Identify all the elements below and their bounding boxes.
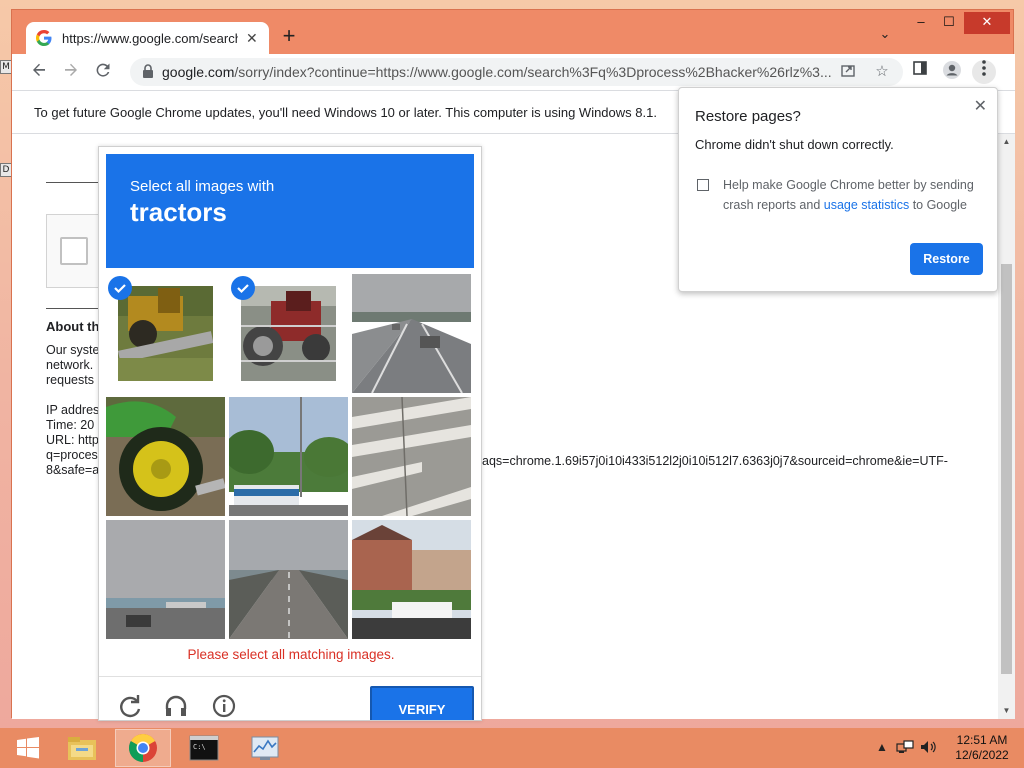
reload-challenge-icon[interactable] — [117, 693, 143, 719]
file-explorer-icon[interactable] — [54, 729, 110, 767]
network-icon[interactable] — [896, 740, 914, 757]
volume-icon[interactable] — [920, 740, 938, 757]
captcha-tile[interactable] — [106, 274, 225, 393]
start-button[interactable] — [0, 729, 56, 767]
captcha-error: Please select all matching images. — [187, 647, 395, 662]
url-path: /sorry/index?continue=https://www.google… — [234, 64, 832, 80]
restore-pages-bubble: Restore pages? ✕ Chrome didn't shut down… — [678, 87, 998, 292]
ip-line: IP addres — [46, 403, 100, 417]
ip-line: URL: http — [46, 433, 99, 447]
recaptcha-challenge: Select all images with tractors Please s… — [98, 146, 482, 721]
svg-text:C:\: C:\ — [193, 743, 206, 751]
scroll-down-icon[interactable]: ▼ — [998, 703, 1015, 719]
captcha-instruction: Select all images with — [130, 178, 275, 195]
show-hidden-icons-icon[interactable]: ▲ — [876, 740, 888, 754]
captcha-tile[interactable] — [352, 397, 471, 516]
close-icon[interactable]: ✕ — [974, 96, 987, 116]
tab-search-button[interactable]: ⌄ — [874, 26, 896, 48]
star-icon[interactable]: ☆ — [872, 62, 892, 82]
recaptcha-checkbox[interactable] — [60, 237, 88, 265]
body-line: requests — [46, 373, 94, 387]
system-clock[interactable]: 12:51 AM 12/6/2022 — [952, 733, 1012, 763]
captcha-tile[interactable] — [352, 274, 471, 393]
window-close-button[interactable]: ✕ — [964, 12, 1010, 34]
infobar-message: To get future Google Chrome updates, you… — [34, 105, 657, 120]
crosswalk-image — [352, 397, 471, 516]
bridge-image — [229, 520, 348, 639]
captcha-grid — [106, 274, 474, 642]
toolbar: google.com/sorry/index?continue=https://… — [12, 54, 1015, 90]
crash-report-label: Help make Google Chrome better by sendin… — [723, 175, 985, 215]
google-g-icon — [36, 30, 52, 46]
usage-statistics-link[interactable]: usage statistics — [824, 198, 909, 212]
ip-line: Time: 20 — [46, 418, 95, 432]
headphones-icon[interactable] — [163, 693, 189, 719]
chrome-taskbar-icon[interactable] — [115, 729, 171, 767]
check-icon — [231, 276, 255, 300]
maximize-button[interactable]: ☐ — [932, 12, 966, 34]
scroll-thumb[interactable] — [1001, 264, 1012, 674]
clock-time: 12:51 AM — [956, 733, 1008, 747]
captcha-tile[interactable] — [229, 274, 348, 393]
scroll-up-icon[interactable]: ▲ — [998, 134, 1015, 150]
resource-monitor-icon[interactable] — [237, 729, 293, 767]
tab-title: https://www.google.com/search?q=process+… — [62, 30, 238, 46]
recaptcha-anchor[interactable] — [46, 214, 106, 288]
tractor-wheel-image — [106, 397, 225, 516]
crash-report-text-end: to Google — [909, 198, 967, 212]
tractor-image — [118, 286, 213, 381]
url-text: google.com/sorry/index?continue=https://… — [162, 64, 832, 80]
crash-report-checkbox[interactable] — [697, 179, 709, 191]
windows-logo-icon — [17, 737, 39, 759]
body-line: network. — [46, 358, 94, 372]
restore-title: Restore pages? — [695, 108, 801, 125]
check-icon — [108, 276, 132, 300]
scrollbar[interactable]: ▲ ▼ — [998, 134, 1015, 719]
divider — [46, 182, 106, 183]
captcha-tile[interactable] — [106, 397, 225, 516]
captcha-footer: VERIFY — [99, 676, 481, 720]
share-icon[interactable] — [838, 62, 858, 82]
verify-button[interactable]: VERIFY — [370, 686, 474, 720]
bus-image — [229, 397, 348, 516]
command-prompt-icon[interactable]: C:\ — [176, 729, 232, 767]
captcha-header: Select all images with tractors — [106, 154, 474, 268]
address-bar[interactable]: google.com/sorry/index?continue=https://… — [130, 58, 903, 86]
url-host: google.com — [162, 64, 235, 80]
captcha-target: tractors — [130, 197, 227, 227]
title-bar: https://www.google.com/search?q=process+… — [12, 10, 1015, 54]
chrome-window: https://www.google.com/search?q=process+… — [11, 9, 1015, 721]
url-tail-text: aqs=chrome.1.69i57j0i10i433i512l2j0i10i5… — [482, 454, 948, 468]
ip-line: q=proces — [46, 448, 98, 462]
forward-arrow-icon[interactable] — [60, 61, 82, 83]
road-image — [352, 274, 471, 393]
side-panel-icon[interactable] — [908, 60, 932, 84]
taskbar: C:\ ▲ 12:51 AM 12/6/2022 — [0, 728, 1024, 768]
houses-image — [352, 520, 471, 639]
clock-date: 12/6/2022 — [955, 748, 1009, 762]
restore-message: Chrome didn't shut down correctly. — [695, 137, 894, 152]
body-line: Our syste — [46, 343, 100, 357]
browser-tab[interactable]: https://www.google.com/search?q=process+… — [26, 22, 269, 54]
divider — [46, 308, 106, 309]
captcha-tile[interactable] — [352, 520, 471, 639]
captcha-tile[interactable] — [106, 520, 225, 639]
ip-line: 8&safe=a — [46, 463, 100, 477]
back-arrow-icon[interactable] — [28, 61, 50, 83]
about-heading: About th — [46, 319, 100, 334]
info-icon[interactable] — [211, 693, 237, 719]
shoreline-image — [106, 520, 225, 639]
profile-avatar-icon[interactable] — [940, 60, 964, 84]
lock-icon[interactable] — [142, 64, 156, 80]
reload-icon[interactable] — [92, 61, 114, 83]
close-icon[interactable]: ✕ — [246, 30, 258, 47]
restore-button[interactable]: Restore — [910, 243, 983, 275]
new-tab-button[interactable]: + — [276, 24, 302, 50]
captcha-tile[interactable] — [229, 397, 348, 516]
captcha-tile[interactable] — [229, 520, 348, 639]
tractor-image — [241, 286, 336, 381]
menu-dots-icon[interactable] — [972, 60, 996, 84]
